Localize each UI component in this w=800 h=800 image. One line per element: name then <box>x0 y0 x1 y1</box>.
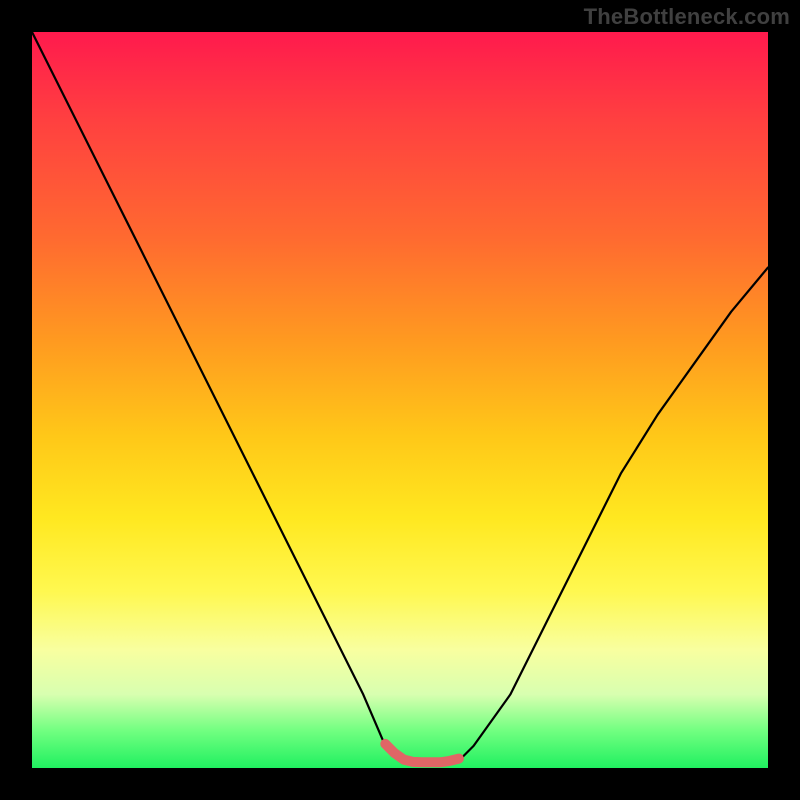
chart-frame: TheBottleneck.com <box>0 0 800 800</box>
optimal-band-path <box>385 744 459 762</box>
bottleneck-curve <box>32 32 768 768</box>
watermark-text: TheBottleneck.com <box>584 4 790 30</box>
plot-area <box>32 32 768 768</box>
curve-path <box>32 32 768 764</box>
